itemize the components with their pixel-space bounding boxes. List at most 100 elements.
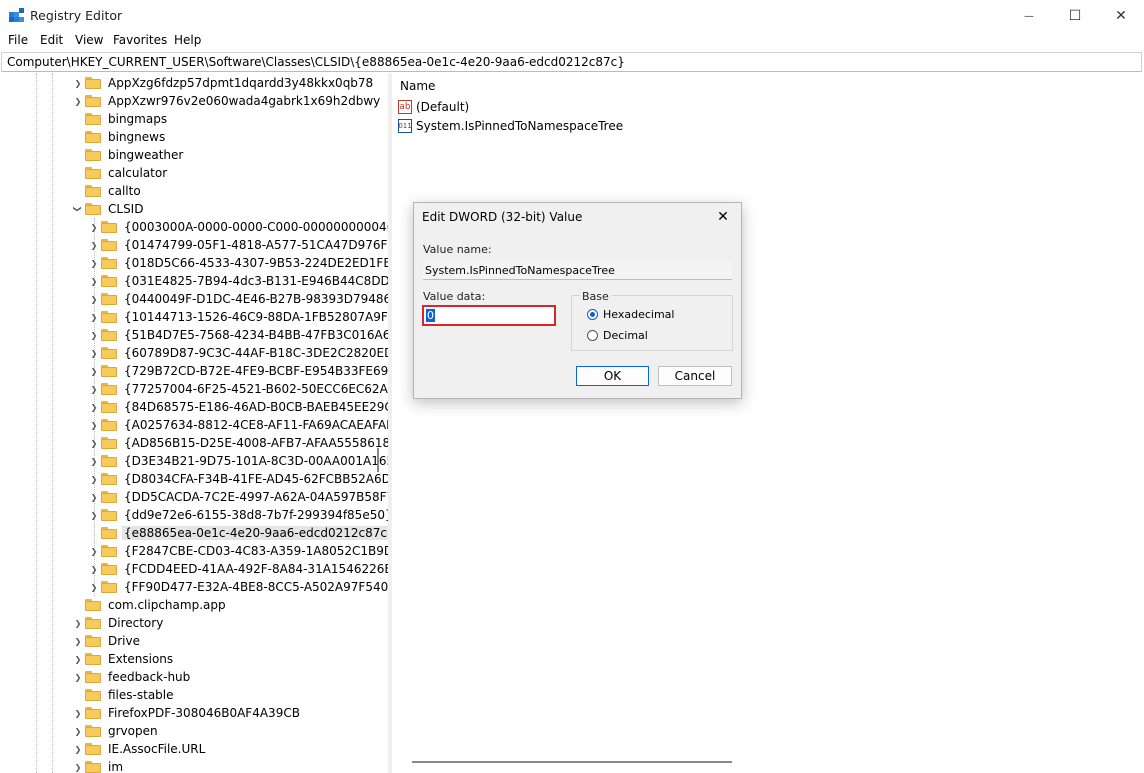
tree-item[interactable]: bingweather	[71, 146, 185, 164]
menu-help[interactable]: Help	[174, 33, 201, 47]
chevron-right-icon[interactable]: ❯	[71, 614, 85, 632]
menu-favorites[interactable]: Favorites	[113, 33, 167, 47]
chevron-right-icon[interactable]: ❯	[87, 308, 101, 326]
tree-item[interactable]: ❯Extensions	[71, 650, 175, 668]
chevron-right-icon[interactable]: ❯	[71, 740, 85, 758]
chevron-right-icon[interactable]: ❯	[87, 380, 101, 398]
tree-item[interactable]: ❯{77257004-6F25-4521-B602-50ECC6EC62A6}	[87, 380, 388, 398]
menu-file[interactable]: File	[8, 33, 28, 47]
chevron-right-icon[interactable]: ❯	[71, 74, 85, 92]
menu-view[interactable]: View	[75, 33, 103, 47]
folder-icon	[101, 563, 117, 575]
folder-icon	[85, 725, 101, 737]
tree-item[interactable]: ❯{F2847CBE-CD03-4C83-A359-1A8052C1B9D5}	[87, 542, 388, 560]
tree-item[interactable]: ❯{A0257634-8812-4CE8-AF11-FA69ACAEAFAE}	[87, 416, 388, 434]
tree-item[interactable]: ❯{018D5C66-4533-4307-9B53-224DE2ED1FE6}	[87, 254, 388, 272]
column-header-name[interactable]: Name	[400, 79, 435, 93]
folder-icon	[101, 473, 117, 485]
chevron-right-icon[interactable]: ❯	[71, 632, 85, 650]
minimize-button[interactable]: —	[1006, 0, 1052, 32]
chevron-right-icon[interactable]: ❯	[87, 578, 101, 596]
tree-item[interactable]: ❯ grvopen	[71, 722, 160, 740]
tree-scrollbar-thumb[interactable]	[377, 448, 379, 472]
tree-item[interactable]: bingmaps	[71, 110, 169, 128]
tree-item[interactable]: files-stable	[71, 686, 176, 704]
tree-item[interactable]: ❯im	[71, 758, 125, 773]
tree-item-label: grvopen	[106, 724, 160, 738]
tree-item[interactable]: ❯ {60789D87-9C3C-44AF-B18C-3DE2C2820ED3}	[87, 344, 388, 362]
value-row-default[interactable]: ab (Default)	[398, 98, 469, 116]
chevron-right-icon[interactable]: ❯	[87, 272, 101, 290]
tree-item[interactable]: ❯{dd9e72e6-6155-38d8-7b7f-299394f85e50}	[87, 506, 388, 524]
maximize-button[interactable]: ☐	[1052, 0, 1098, 32]
cancel-button[interactable]: Cancel	[658, 366, 732, 386]
chevron-right-icon[interactable]: ❯	[87, 398, 101, 416]
tree-item[interactable]: ❯FirefoxPDF-308046B0AF4A39CB	[71, 704, 302, 722]
hexadecimal-radio[interactable]: Hexadecimal	[587, 308, 674, 321]
tree-item[interactable]: bingnews	[71, 128, 167, 146]
folder-icon	[101, 437, 117, 449]
chevron-right-icon[interactable]: ❯	[71, 92, 85, 110]
chevron-right-icon[interactable]: ❯	[87, 488, 101, 506]
tree-item[interactable]: ❯{FCDD4EED-41AA-492F-8A84-31A1546226E0}	[87, 560, 388, 578]
tree-item[interactable]: ❯IE.AssocFile.URL	[71, 740, 207, 758]
tree-item-label: {60789D87-9C3C-44AF-B18C-3DE2C2820ED3}	[122, 346, 388, 360]
tree-item[interactable]: callto	[71, 182, 143, 200]
tree-item[interactable]: calculator	[71, 164, 169, 182]
chevron-right-icon[interactable]: ❯	[87, 236, 101, 254]
tree-item[interactable]: ❯{FF90D477-E32A-4BE8-8CC5-A502A97F5401}	[87, 578, 388, 596]
tree-item[interactable]: ❯{031E4825-7B94-4dc3-B131-E946B44C8DD5}	[87, 272, 388, 290]
chevron-right-icon[interactable]: ❯	[87, 560, 101, 578]
tree-spacer	[71, 146, 85, 164]
chevron-right-icon[interactable]: ❯	[87, 416, 101, 434]
tree-item[interactable]: ❯{729B72CD-B72E-4FE9-BCBF-E954B33FE699}	[87, 362, 388, 380]
tree-item[interactable]: ❯CLSID	[71, 200, 145, 218]
tree-item[interactable]: ❯{0003000A-0000-0000-C000-000000000046}	[87, 218, 388, 236]
ok-button[interactable]: OK	[576, 366, 649, 386]
tree-item[interactable]: ❯{D8034CFA-F34B-41FE-AD45-62FCBB52A6DA}	[87, 470, 388, 488]
value-data-input[interactable]: 0	[422, 305, 556, 326]
chevron-right-icon[interactable]: ❯	[71, 722, 85, 740]
chevron-right-icon[interactable]: ❯	[71, 650, 85, 668]
tree-item[interactable]: ❯{10144713-1526-46C9-88DA-1FB52807A9FF}	[87, 308, 388, 326]
chevron-right-icon[interactable]: ❯	[87, 434, 101, 452]
chevron-right-icon[interactable]: ❯	[87, 218, 101, 236]
tree-item[interactable]: ❯{D3E34B21-9D75-101A-8C3D-00AA001A1652}	[87, 452, 388, 470]
chevron-right-icon[interactable]: ❯	[87, 326, 101, 344]
dialog-close-button[interactable]: ✕	[713, 207, 733, 227]
chevron-right-icon[interactable]: ❯	[87, 290, 101, 308]
tree-item[interactable]: ❯{01474799-05F1-4818-A577-51CA47D976F4}	[87, 236, 388, 254]
close-button[interactable]: ✕	[1098, 0, 1144, 32]
value-row-dword[interactable]: 011 System.IsPinnedToNamespaceTree	[398, 117, 623, 135]
tree-item[interactable]: ❯Directory	[71, 614, 165, 632]
chevron-right-icon[interactable]: ❯	[87, 542, 101, 560]
tree-item[interactable]: ❯Drive	[71, 632, 142, 650]
tree-item[interactable]: ❯{AD856B15-D25E-4008-AFB7-AFAA55586188}	[87, 434, 388, 452]
folder-icon	[85, 653, 101, 665]
tree-item[interactable]: ❯AppXzwr976v2e060wada4gabrk1x69h2dbwy	[71, 92, 382, 110]
maximize-icon: ☐	[1069, 8, 1082, 24]
tree-item[interactable]: ❯ {DD5CACDA-7C2E-4997-A62A-04A597B58F76}	[87, 488, 388, 506]
chevron-right-icon[interactable]: ❯	[87, 470, 101, 488]
chevron-right-icon[interactable]: ❯	[87, 452, 101, 470]
chevron-right-icon[interactable]: ❯	[71, 704, 85, 722]
tree-item-label: AppXzg6fdzp57dpmt1dqardd3y48kkx0qb78	[106, 76, 375, 90]
decimal-radio[interactable]: Decimal	[587, 329, 648, 342]
chevron-right-icon[interactable]: ❯	[87, 362, 101, 380]
tree-item[interactable]: com.clipchamp.app	[71, 596, 228, 614]
chevron-right-icon[interactable]: ❯	[87, 344, 101, 362]
tree-item-label: {DD5CACDA-7C2E-4997-A62A-04A597B58F76}	[122, 490, 388, 504]
tree-item[interactable]: ❯{0440049F-D1DC-4E46-B27B-98393D79486B}	[87, 290, 388, 308]
menu-edit[interactable]: Edit	[40, 33, 63, 47]
chevron-right-icon[interactable]: ❯	[71, 758, 85, 773]
tree-item[interactable]: ❯{51B4D7E5-7568-4234-B4BB-47FB3C016A69}	[87, 326, 388, 344]
values-horizontal-scrollbar-thumb[interactable]	[412, 761, 732, 763]
chevron-right-icon[interactable]: ❯	[71, 668, 85, 686]
chevron-right-icon[interactable]: ❯	[87, 254, 101, 272]
tree-item[interactable]: {e88865ea-0e1c-4e20-9aa6-edcd0212c87c}	[87, 524, 388, 542]
tree-item[interactable]: ❯feedback-hub	[71, 668, 192, 686]
address-bar[interactable]: Computer\HKEY_CURRENT_USER\Software\Clas…	[1, 52, 1142, 72]
tree-item[interactable]: ❯{84D68575-E186-46AD-B0CB-BAEB45EE29C0}	[87, 398, 388, 416]
chevron-right-icon[interactable]: ❯	[87, 506, 101, 524]
tree-item[interactable]: ❯ AppXzg6fdzp57dpmt1dqardd3y48kkx0qb78	[71, 74, 375, 92]
